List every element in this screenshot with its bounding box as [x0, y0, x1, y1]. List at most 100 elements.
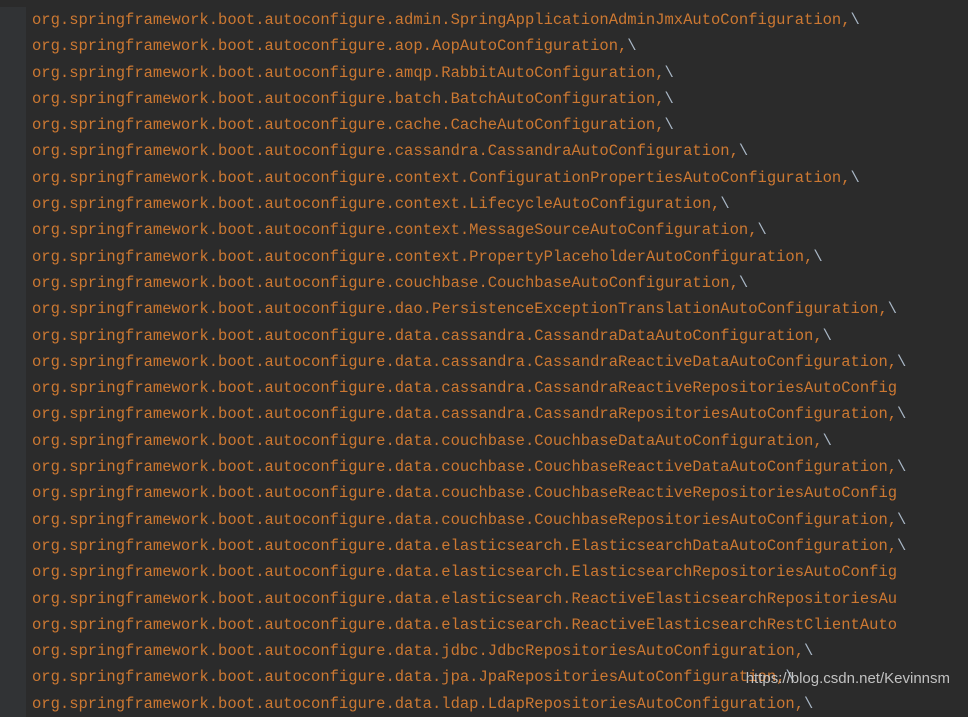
- config-entry-text: org.springframework.boot.autoconfigure.d…: [32, 590, 897, 608]
- line-continuation: \: [897, 353, 906, 371]
- line-continuation: \: [758, 221, 767, 239]
- line-continuation: \: [813, 248, 822, 266]
- line-content[interactable]: org.springframework.boot.autoconfigure.a…: [26, 60, 674, 86]
- config-entry-text: org.springframework.boot.autoconfigure.d…: [32, 642, 804, 660]
- code-line[interactable]: org.springframework.boot.autoconfigure.d…: [0, 480, 968, 506]
- line-continuation: \: [804, 695, 813, 713]
- line-continuation: \: [804, 642, 813, 660]
- code-line[interactable]: org.springframework.boot.autoconfigure.a…: [0, 7, 968, 33]
- code-line[interactable]: org.springframework.boot.autoconfigure.d…: [0, 428, 968, 454]
- line-continuation: \: [720, 195, 729, 213]
- line-content[interactable]: org.springframework.boot.autoconfigure.d…: [26, 533, 906, 559]
- gutter: [0, 138, 26, 164]
- line-content[interactable]: org.springframework.boot.autoconfigure.d…: [26, 480, 897, 506]
- line-content[interactable]: org.springframework.boot.autoconfigure.d…: [26, 586, 897, 612]
- line-content[interactable]: org.springframework.boot.autoconfigure.d…: [26, 375, 897, 401]
- line-continuation: \: [897, 458, 906, 476]
- code-line[interactable]: org.springframework.boot.autoconfigure.d…: [0, 691, 968, 717]
- line-content[interactable]: org.springframework.boot.autoconfigure.d…: [26, 664, 795, 690]
- line-content[interactable]: org.springframework.boot.autoconfigure.c…: [26, 217, 767, 243]
- config-entry-text: org.springframework.boot.autoconfigure.d…: [32, 327, 823, 345]
- code-line[interactable]: org.springframework.boot.autoconfigure.d…: [0, 296, 968, 322]
- line-content[interactable]: org.springframework.boot.autoconfigure.d…: [26, 559, 897, 585]
- gutter: [0, 191, 26, 217]
- line-content[interactable]: org.springframework.boot.autoconfigure.d…: [26, 349, 906, 375]
- gutter: [0, 533, 26, 559]
- code-line[interactable]: org.springframework.boot.autoconfigure.c…: [0, 112, 968, 138]
- gutter: [0, 691, 26, 717]
- code-line[interactable]: org.springframework.boot.autoconfigure.d…: [0, 638, 968, 664]
- gutter: [0, 375, 26, 401]
- code-line[interactable]: org.springframework.boot.autoconfigure.d…: [0, 349, 968, 375]
- gutter: [0, 323, 26, 349]
- line-content[interactable]: org.springframework.boot.autoconfigure.a…: [26, 7, 860, 33]
- line-content[interactable]: org.springframework.boot.autoconfigure.c…: [26, 112, 674, 138]
- gutter: [0, 428, 26, 454]
- config-entry-text: org.springframework.boot.autoconfigure.d…: [32, 300, 888, 318]
- line-content[interactable]: org.springframework.boot.autoconfigure.d…: [26, 401, 906, 427]
- config-entry-text: org.springframework.boot.autoconfigure.c…: [32, 195, 720, 213]
- gutter: [0, 401, 26, 427]
- config-entry-text: org.springframework.boot.autoconfigure.c…: [32, 221, 758, 239]
- config-entry-text: org.springframework.boot.autoconfigure.c…: [32, 169, 851, 187]
- code-line[interactable]: org.springframework.boot.autoconfigure.a…: [0, 33, 968, 59]
- code-line[interactable]: org.springframework.boot.autoconfigure.c…: [0, 138, 968, 164]
- line-content[interactable]: org.springframework.boot.autoconfigure.d…: [26, 507, 906, 533]
- line-content[interactable]: org.springframework.boot.autoconfigure.c…: [26, 191, 730, 217]
- code-line[interactable]: org.springframework.boot.autoconfigure.c…: [0, 165, 968, 191]
- gutter: [0, 86, 26, 112]
- line-content[interactable]: org.springframework.boot.autoconfigure.d…: [26, 691, 813, 717]
- gutter: [0, 586, 26, 612]
- code-line[interactable]: org.springframework.boot.autoconfigure.c…: [0, 217, 968, 243]
- config-entry-text: org.springframework.boot.autoconfigure.d…: [32, 695, 804, 713]
- code-line[interactable]: org.springframework.boot.autoconfigure.d…: [0, 612, 968, 638]
- gutter: [0, 664, 26, 690]
- line-continuation: \: [627, 37, 636, 55]
- code-line[interactable]: org.springframework.boot.autoconfigure.a…: [0, 60, 968, 86]
- code-line[interactable]: org.springframework.boot.autoconfigure.d…: [0, 586, 968, 612]
- config-entry-text: org.springframework.boot.autoconfigure.a…: [32, 64, 665, 82]
- line-content[interactable]: org.springframework.boot.autoconfigure.d…: [26, 428, 832, 454]
- line-content[interactable]: org.springframework.boot.autoconfigure.d…: [26, 296, 897, 322]
- line-content[interactable]: org.springframework.boot.autoconfigure.d…: [26, 612, 897, 638]
- line-continuation: \: [897, 511, 906, 529]
- line-content[interactable]: org.springframework.boot.autoconfigure.c…: [26, 244, 823, 270]
- code-line[interactable]: org.springframework.boot.autoconfigure.d…: [0, 533, 968, 559]
- code-editor[interactable]: org.springframework.boot.autoconfigure.a…: [0, 0, 968, 717]
- config-entry-text: org.springframework.boot.autoconfigure.d…: [32, 484, 897, 502]
- gutter: [0, 454, 26, 480]
- code-line[interactable]: org.springframework.boot.autoconfigure.d…: [0, 401, 968, 427]
- config-entry-text: org.springframework.boot.autoconfigure.d…: [32, 537, 897, 555]
- code-line[interactable]: org.springframework.boot.autoconfigure.c…: [0, 191, 968, 217]
- line-content[interactable]: org.springframework.boot.autoconfigure.d…: [26, 454, 906, 480]
- line-content[interactable]: org.springframework.boot.autoconfigure.a…: [26, 33, 637, 59]
- line-continuation: \: [897, 537, 906, 555]
- line-content[interactable]: org.springframework.boot.autoconfigure.d…: [26, 323, 832, 349]
- config-entry-text: org.springframework.boot.autoconfigure.d…: [32, 353, 897, 371]
- code-line[interactable]: org.springframework.boot.autoconfigure.c…: [0, 270, 968, 296]
- code-line[interactable]: org.springframework.boot.autoconfigure.d…: [0, 507, 968, 533]
- line-content[interactable]: org.springframework.boot.autoconfigure.b…: [26, 86, 674, 112]
- watermark-text: https://blog.csdn.net/Kevinnsm: [746, 666, 950, 692]
- line-continuation: \: [665, 90, 674, 108]
- code-line[interactable]: org.springframework.boot.autoconfigure.d…: [0, 454, 968, 480]
- line-content[interactable]: org.springframework.boot.autoconfigure.c…: [26, 138, 748, 164]
- gutter: [0, 112, 26, 138]
- code-line[interactable]: org.springframework.boot.autoconfigure.d…: [0, 375, 968, 401]
- config-entry-text: org.springframework.boot.autoconfigure.d…: [32, 458, 897, 476]
- gutter: [0, 480, 26, 506]
- line-continuation: \: [665, 64, 674, 82]
- config-entry-text: org.springframework.boot.autoconfigure.d…: [32, 563, 897, 581]
- line-continuation: \: [851, 11, 860, 29]
- code-line[interactable]: org.springframework.boot.autoconfigure.d…: [0, 323, 968, 349]
- code-line[interactable]: org.springframework.boot.autoconfigure.b…: [0, 86, 968, 112]
- config-entry-text: org.springframework.boot.autoconfigure.d…: [32, 511, 897, 529]
- gutter: [0, 507, 26, 533]
- line-content[interactable]: org.springframework.boot.autoconfigure.c…: [26, 165, 860, 191]
- code-line[interactable]: org.springframework.boot.autoconfigure.c…: [0, 244, 968, 270]
- gutter: [0, 296, 26, 322]
- code-line[interactable]: org.springframework.boot.autoconfigure.d…: [0, 559, 968, 585]
- line-content[interactable]: org.springframework.boot.autoconfigure.c…: [26, 270, 748, 296]
- line-content[interactable]: org.springframework.boot.autoconfigure.d…: [26, 638, 813, 664]
- config-entry-text: org.springframework.boot.autoconfigure.d…: [32, 432, 823, 450]
